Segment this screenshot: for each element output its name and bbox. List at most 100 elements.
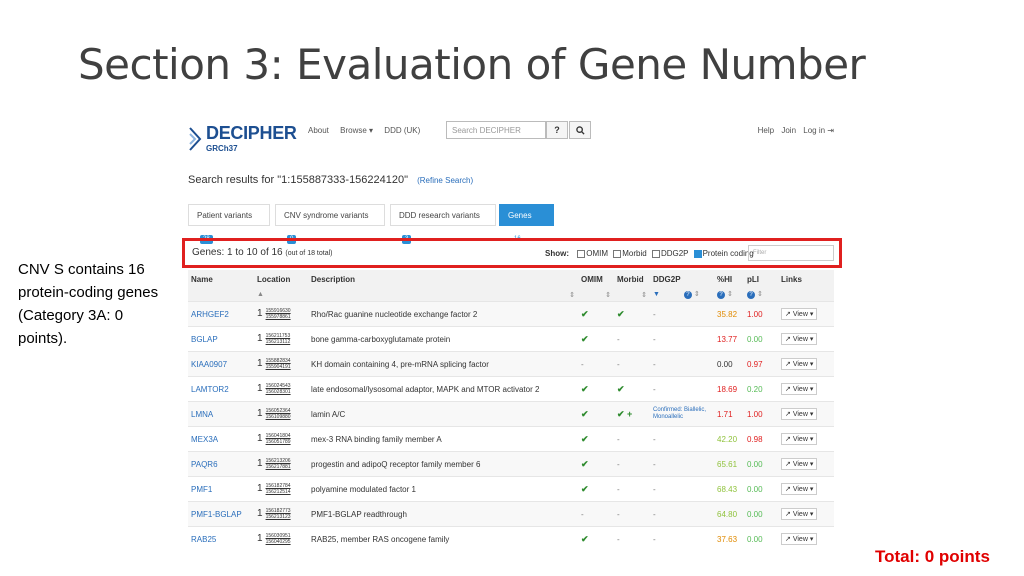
info-icon[interactable]: ? xyxy=(747,291,755,299)
table-row: KIAA0907 1 155882834 155904191 KH domain con… xyxy=(188,351,834,377)
gene-name-link[interactable]: ARHGEF2 xyxy=(191,310,229,319)
location-range[interactable]: 155916630 155978861 xyxy=(266,308,291,320)
location-range[interactable]: 156182773 156213123 xyxy=(266,508,291,520)
view-button[interactable]: ↗ View ▾ xyxy=(781,308,818,320)
refine-search-link[interactable]: (Refine Search) xyxy=(417,176,473,185)
col-pli[interactable]: pLI xyxy=(744,270,778,288)
col-location[interactable]: Location xyxy=(254,270,308,288)
col-hi[interactable]: %HI xyxy=(714,270,744,288)
tab-patient-variants[interactable]: Patient variants28 xyxy=(188,204,270,244)
location-range[interactable]: 156211753 156213112 xyxy=(266,333,291,345)
tab-cnv-syndrome-variants[interactable]: CNV syndrome variants0 xyxy=(275,204,385,244)
col-omim[interactable]: OMIM xyxy=(578,270,614,288)
check-icon: ✔ xyxy=(617,383,625,394)
gene-name-link[interactable]: LMNA xyxy=(191,410,213,419)
gene-name-link[interactable]: RAB25 xyxy=(191,535,216,544)
view-label: View ▾ xyxy=(792,461,814,468)
ddg2p-checkbox[interactable] xyxy=(651,249,660,258)
pli-info-icons[interactable]: ? ⇕ xyxy=(744,288,778,302)
nav-help[interactable]: Help xyxy=(758,126,774,135)
info-icon[interactable]: ? xyxy=(717,291,725,299)
protein-coding-checkbox[interactable] xyxy=(693,249,702,258)
col-ddg2p[interactable]: DDG2P xyxy=(650,270,714,288)
view-button[interactable]: ↗ View ▾ xyxy=(781,383,818,395)
tab-label: Patient variants xyxy=(197,211,253,220)
decipher-screenshot: DECIPHER GRCh37 About Browse ▾ DDD (UK) … xyxy=(180,112,842,560)
view-button[interactable]: ↗ View ▾ xyxy=(781,533,818,545)
external-link-icon: ↗ xyxy=(785,311,791,318)
sort-icon[interactable]: ⇕ xyxy=(578,288,614,302)
sort-icon[interactable]: ⇕ xyxy=(614,288,650,302)
external-link-icon: ↗ xyxy=(785,361,791,368)
gene-name-link[interactable]: MEX3A xyxy=(191,435,218,444)
location-range[interactable]: 155882834 155904191 xyxy=(266,358,291,370)
gene-name-link[interactable]: KIAA0907 xyxy=(191,360,227,369)
view-button[interactable]: ↗ View ▾ xyxy=(781,333,818,345)
location-range[interactable]: 156182784 156212514 xyxy=(266,483,291,495)
nav-browse[interactable]: Browse ▾ xyxy=(340,126,373,135)
empty-value: - xyxy=(581,359,584,369)
genes-count: Genes: 1 to 10 of 16 (out of 18 total) xyxy=(192,247,333,258)
col-description[interactable]: Description xyxy=(308,270,578,288)
location-range[interactable]: 156024543 156028301 xyxy=(266,383,291,395)
location-end: 156109880 xyxy=(265,414,291,420)
view-button[interactable]: ↗ View ▾ xyxy=(781,408,818,420)
location-range[interactable]: 156213206 156217881 xyxy=(266,458,291,470)
check-icon: ✔ + xyxy=(617,408,633,419)
slide-title: Section 3: Evaluation of Gene Number xyxy=(78,40,866,89)
view-button[interactable]: ↗ View ▾ xyxy=(781,458,818,470)
hi-info-icons[interactable]: ? ⇕ xyxy=(714,288,744,302)
help-icon-button[interactable]: ? xyxy=(546,121,568,139)
filter-input[interactable]: Filter xyxy=(748,245,834,261)
morbid-checkbox[interactable] xyxy=(613,249,622,258)
sort-icon[interactable]: ⇕ xyxy=(308,288,578,302)
genes-table-body: ARHGEF2 1 155916630 155978861 Rho/Rac guanin… xyxy=(188,301,834,551)
pli-value: 0.00 xyxy=(747,509,763,519)
protein-coding-checkbox-label: Protein coding xyxy=(702,249,754,258)
gene-name-link[interactable]: LAMTOR2 xyxy=(191,385,229,394)
sort-asc-icon[interactable]: ▲ xyxy=(254,288,308,302)
nav-about[interactable]: About xyxy=(308,126,329,135)
search-icon-button[interactable] xyxy=(569,121,591,139)
omim-checkbox[interactable] xyxy=(577,249,586,258)
tab-genes[interactable]: Genes16 xyxy=(499,204,554,244)
total-points: Total: 0 points xyxy=(875,547,990,566)
decipher-logo[interactable]: DECIPHER GRCh37 xyxy=(188,122,300,156)
gene-name-link[interactable]: PMF1 xyxy=(191,485,212,494)
chromosome: 1 xyxy=(257,508,263,520)
view-button[interactable]: ↗ View ▾ xyxy=(781,433,818,445)
location-range[interactable]: 156041804 156051789 xyxy=(266,433,291,445)
check-icon: ✔ xyxy=(581,458,589,469)
gene-name-link[interactable]: BGLAP xyxy=(191,335,218,344)
location-range[interactable]: 156052364 156109880 xyxy=(266,408,291,420)
chromosome: 1 xyxy=(257,433,263,445)
gene-name-link[interactable]: PAQR6 xyxy=(191,460,218,469)
sort-icon[interactable] xyxy=(188,288,254,302)
view-button[interactable]: ↗ View ▾ xyxy=(781,483,818,495)
search-icon xyxy=(575,126,585,135)
col-morbid[interactable]: Morbid xyxy=(614,270,650,288)
nav-login[interactable]: Log in ⇥ xyxy=(803,126,834,135)
pli-value: 0.98 xyxy=(747,434,763,444)
location-end: 156213112 xyxy=(265,339,291,345)
tab-ddd-research-variants[interactable]: DDD research variants3 xyxy=(390,204,496,244)
location-range[interactable]: 156030951 156040295 xyxy=(266,533,291,545)
gene-description: mex-3 RNA binding family member A xyxy=(308,426,578,452)
search-input[interactable]: Search DECIPHER xyxy=(446,121,546,139)
ddg2p-filter-icons[interactable]: ▼ ? ⇕ xyxy=(650,288,714,302)
nav-join[interactable]: Join xyxy=(781,126,796,135)
nav-ddd[interactable]: DDD (UK) xyxy=(384,126,420,135)
check-icon: ✔ xyxy=(581,333,589,344)
view-button[interactable]: ↗ View ▾ xyxy=(781,358,818,370)
info-icon[interactable]: ? xyxy=(683,291,692,299)
funnel-icon[interactable]: ▼ xyxy=(653,291,660,298)
gene-name-link[interactable]: PMF1-BGLAP xyxy=(191,510,242,519)
ddg2p-link[interactable]: Confirmed: Biallelic, Monoallelic xyxy=(653,407,711,421)
gene-description: polyamine modulated factor 1 xyxy=(308,476,578,502)
top-navbar: DECIPHER GRCh37 About Browse ▾ DDD (UK) … xyxy=(188,120,840,156)
view-label: View ▾ xyxy=(792,336,814,343)
gene-description: PMF1-BGLAP readthrough xyxy=(308,501,578,527)
hi-value: 35.82 xyxy=(717,309,738,319)
col-name[interactable]: Name xyxy=(188,270,254,288)
view-button[interactable]: ↗ View ▾ xyxy=(781,508,818,520)
